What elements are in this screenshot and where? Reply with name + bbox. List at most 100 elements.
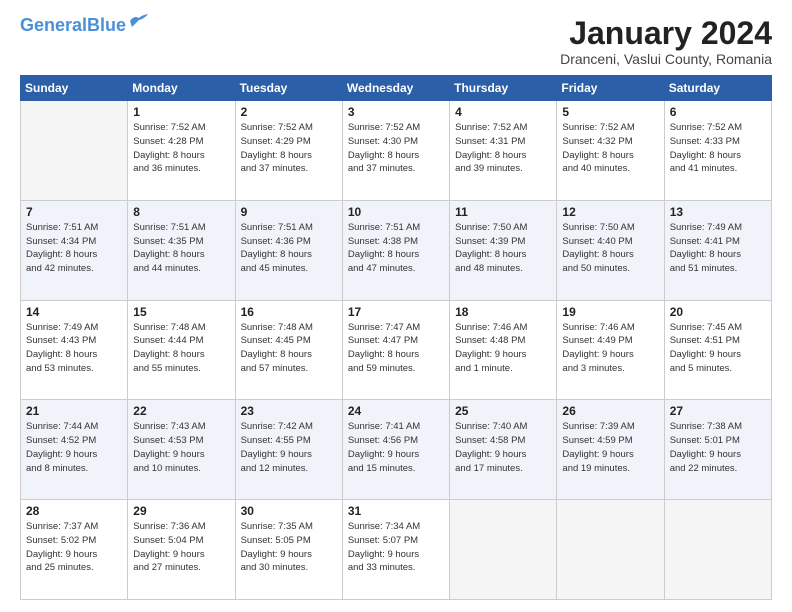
logo-text: GeneralBlue	[20, 16, 126, 34]
day-detail: Sunrise: 7:43 AM Sunset: 4:53 PM Dayligh…	[133, 420, 229, 475]
day-number: 19	[562, 305, 658, 319]
day-number: 16	[241, 305, 337, 319]
day-detail: Sunrise: 7:52 AM Sunset: 4:32 PM Dayligh…	[562, 121, 658, 176]
calendar-header-monday: Monday	[128, 76, 235, 101]
logo-bird-icon	[128, 13, 150, 29]
location: Dranceni, Vaslui County, Romania	[560, 51, 772, 67]
day-number: 25	[455, 404, 551, 418]
calendar-cell: 4Sunrise: 7:52 AM Sunset: 4:31 PM Daylig…	[450, 101, 557, 201]
calendar-cell: 21 Sunrise: 7:44 AM Sunset: 4:52 PM Dayli…	[21, 400, 128, 500]
day-number: 30	[241, 504, 337, 518]
calendar-header-saturday: Saturday	[664, 76, 771, 101]
calendar-cell: 28Sunrise: 7:37 AM Sunset: 5:02 PM Dayli…	[21, 500, 128, 600]
day-number: 22	[133, 404, 229, 418]
calendar-header-row: SundayMondayTuesdayWednesdayThursdayFrid…	[21, 76, 772, 101]
calendar-cell: 3 Sunrise: 7:52 AM Sunset: 4:30 PM Daylig…	[342, 101, 449, 201]
day-detail: Sunrise: 7:48 AM Sunset: 4:44 PM Dayligh…	[133, 321, 229, 376]
page: GeneralBlue January 2024 Dranceni, Vaslu…	[0, 0, 792, 612]
day-detail: Sunrise: 7:42 AM Sunset: 4:55 PM Dayligh…	[241, 420, 337, 475]
day-number: 13	[670, 205, 766, 219]
day-number: 24	[348, 404, 444, 418]
calendar-cell: 22 Sunrise: 7:43 AM Sunset: 4:53 PM Dayli…	[128, 400, 235, 500]
calendar-week-row: 7Sunrise: 7:51 AM Sunset: 4:34 PM Daylig…	[21, 200, 772, 300]
calendar-cell: 20Sunrise: 7:45 AM Sunset: 4:51 PM Dayli…	[664, 300, 771, 400]
day-number: 14	[26, 305, 122, 319]
day-number: 4	[455, 105, 551, 119]
day-detail: Sunrise: 7:52 AM Sunset: 4:29 PM Dayligh…	[241, 121, 337, 176]
calendar-cell: 19 Sunrise: 7:46 AM Sunset: 4:49 PM Dayli…	[557, 300, 664, 400]
day-detail: Sunrise: 7:45 AM Sunset: 4:51 PM Dayligh…	[670, 321, 766, 376]
day-detail: Sunrise: 7:46 AM Sunset: 4:48 PM Dayligh…	[455, 321, 551, 376]
calendar-week-row: 28Sunrise: 7:37 AM Sunset: 5:02 PM Dayli…	[21, 500, 772, 600]
day-detail: Sunrise: 7:51 AM Sunset: 4:34 PM Dayligh…	[26, 221, 122, 276]
day-detail: Sunrise: 7:50 AM Sunset: 4:39 PM Dayligh…	[455, 221, 551, 276]
calendar-cell: 6 Sunrise: 7:52 AM Sunset: 4:33 PM Daylig…	[664, 101, 771, 201]
day-detail: Sunrise: 7:51 AM Sunset: 4:36 PM Dayligh…	[241, 221, 337, 276]
calendar-cell: 9 Sunrise: 7:51 AM Sunset: 4:36 PM Daylig…	[235, 200, 342, 300]
calendar-cell: 8Sunrise: 7:51 AM Sunset: 4:35 PM Daylig…	[128, 200, 235, 300]
calendar-cell: 31Sunrise: 7:34 AM Sunset: 5:07 PM Dayli…	[342, 500, 449, 600]
calendar-cell	[664, 500, 771, 600]
calendar-cell: 25 Sunrise: 7:40 AM Sunset: 4:58 PM Dayli…	[450, 400, 557, 500]
calendar-cell: 15Sunrise: 7:48 AM Sunset: 4:44 PM Dayli…	[128, 300, 235, 400]
calendar-cell: 26Sunrise: 7:39 AM Sunset: 4:59 PM Dayli…	[557, 400, 664, 500]
calendar-cell: 17Sunrise: 7:47 AM Sunset: 4:47 PM Dayli…	[342, 300, 449, 400]
day-detail: Sunrise: 7:46 AM Sunset: 4:49 PM Dayligh…	[562, 321, 658, 376]
calendar-cell: 10 Sunrise: 7:51 AM Sunset: 4:38 PM Dayli…	[342, 200, 449, 300]
day-detail: Sunrise: 7:44 AM Sunset: 4:52 PM Dayligh…	[26, 420, 122, 475]
day-detail: Sunrise: 7:38 AM Sunset: 5:01 PM Dayligh…	[670, 420, 766, 475]
calendar-cell: 12 Sunrise: 7:50 AM Sunset: 4:40 PM Dayli…	[557, 200, 664, 300]
day-detail: Sunrise: 7:52 AM Sunset: 4:33 PM Dayligh…	[670, 121, 766, 176]
day-detail: Sunrise: 7:41 AM Sunset: 4:56 PM Dayligh…	[348, 420, 444, 475]
calendar-cell: 5 Sunrise: 7:52 AM Sunset: 4:32 PM Daylig…	[557, 101, 664, 201]
calendar-header-tuesday: Tuesday	[235, 76, 342, 101]
day-number: 31	[348, 504, 444, 518]
day-detail: Sunrise: 7:52 AM Sunset: 4:30 PM Dayligh…	[348, 121, 444, 176]
day-number: 1	[133, 105, 229, 119]
day-detail: Sunrise: 7:49 AM Sunset: 4:41 PM Dayligh…	[670, 221, 766, 276]
day-detail: Sunrise: 7:51 AM Sunset: 4:35 PM Dayligh…	[133, 221, 229, 276]
day-number: 28	[26, 504, 122, 518]
day-detail: Sunrise: 7:35 AM Sunset: 5:05 PM Dayligh…	[241, 520, 337, 575]
day-number: 12	[562, 205, 658, 219]
calendar-cell: 1 Sunrise: 7:52 AM Sunset: 4:28 PM Daylig…	[128, 101, 235, 201]
day-detail: Sunrise: 7:51 AM Sunset: 4:38 PM Dayligh…	[348, 221, 444, 276]
calendar-cell: 18Sunrise: 7:46 AM Sunset: 4:48 PM Dayli…	[450, 300, 557, 400]
calendar-cell: 13 Sunrise: 7:49 AM Sunset: 4:41 PM Dayli…	[664, 200, 771, 300]
day-number: 27	[670, 404, 766, 418]
day-number: 3	[348, 105, 444, 119]
day-number: 17	[348, 305, 444, 319]
calendar-header-sunday: Sunday	[21, 76, 128, 101]
day-number: 11	[455, 205, 551, 219]
title-area: January 2024 Dranceni, Vaslui County, Ro…	[560, 16, 772, 67]
month-title: January 2024	[560, 16, 772, 51]
day-detail: Sunrise: 7:48 AM Sunset: 4:45 PM Dayligh…	[241, 321, 337, 376]
calendar-cell	[450, 500, 557, 600]
calendar-cell: 11 Sunrise: 7:50 AM Sunset: 4:39 PM Dayli…	[450, 200, 557, 300]
day-detail: Sunrise: 7:50 AM Sunset: 4:40 PM Dayligh…	[562, 221, 658, 276]
day-number: 9	[241, 205, 337, 219]
calendar-cell: 24 Sunrise: 7:41 AM Sunset: 4:56 PM Dayli…	[342, 400, 449, 500]
calendar-cell: 7Sunrise: 7:51 AM Sunset: 4:34 PM Daylig…	[21, 200, 128, 300]
calendar-cell: 30 Sunrise: 7:35 AM Sunset: 5:05 PM Dayli…	[235, 500, 342, 600]
day-number: 23	[241, 404, 337, 418]
calendar-table: SundayMondayTuesdayWednesdayThursdayFrid…	[20, 75, 772, 600]
day-detail: Sunrise: 7:52 AM Sunset: 4:28 PM Dayligh…	[133, 121, 229, 176]
day-detail: Sunrise: 7:49 AM Sunset: 4:43 PM Dayligh…	[26, 321, 122, 376]
day-number: 26	[562, 404, 658, 418]
day-number: 5	[562, 105, 658, 119]
calendar-week-row: 21 Sunrise: 7:44 AM Sunset: 4:52 PM Dayli…	[21, 400, 772, 500]
calendar-cell	[21, 101, 128, 201]
day-number: 29	[133, 504, 229, 518]
calendar-cell: 14 Sunrise: 7:49 AM Sunset: 4:43 PM Dayli…	[21, 300, 128, 400]
header: GeneralBlue January 2024 Dranceni, Vaslu…	[20, 16, 772, 67]
day-number: 10	[348, 205, 444, 219]
day-number: 21	[26, 404, 122, 418]
calendar-header-thursday: Thursday	[450, 76, 557, 101]
day-detail: Sunrise: 7:40 AM Sunset: 4:58 PM Dayligh…	[455, 420, 551, 475]
calendar-week-row: 14 Sunrise: 7:49 AM Sunset: 4:43 PM Dayli…	[21, 300, 772, 400]
calendar-cell: 29 Sunrise: 7:36 AM Sunset: 5:04 PM Dayli…	[128, 500, 235, 600]
calendar-cell: 23 Sunrise: 7:42 AM Sunset: 4:55 PM Dayli…	[235, 400, 342, 500]
day-number: 6	[670, 105, 766, 119]
day-detail: Sunrise: 7:36 AM Sunset: 5:04 PM Dayligh…	[133, 520, 229, 575]
